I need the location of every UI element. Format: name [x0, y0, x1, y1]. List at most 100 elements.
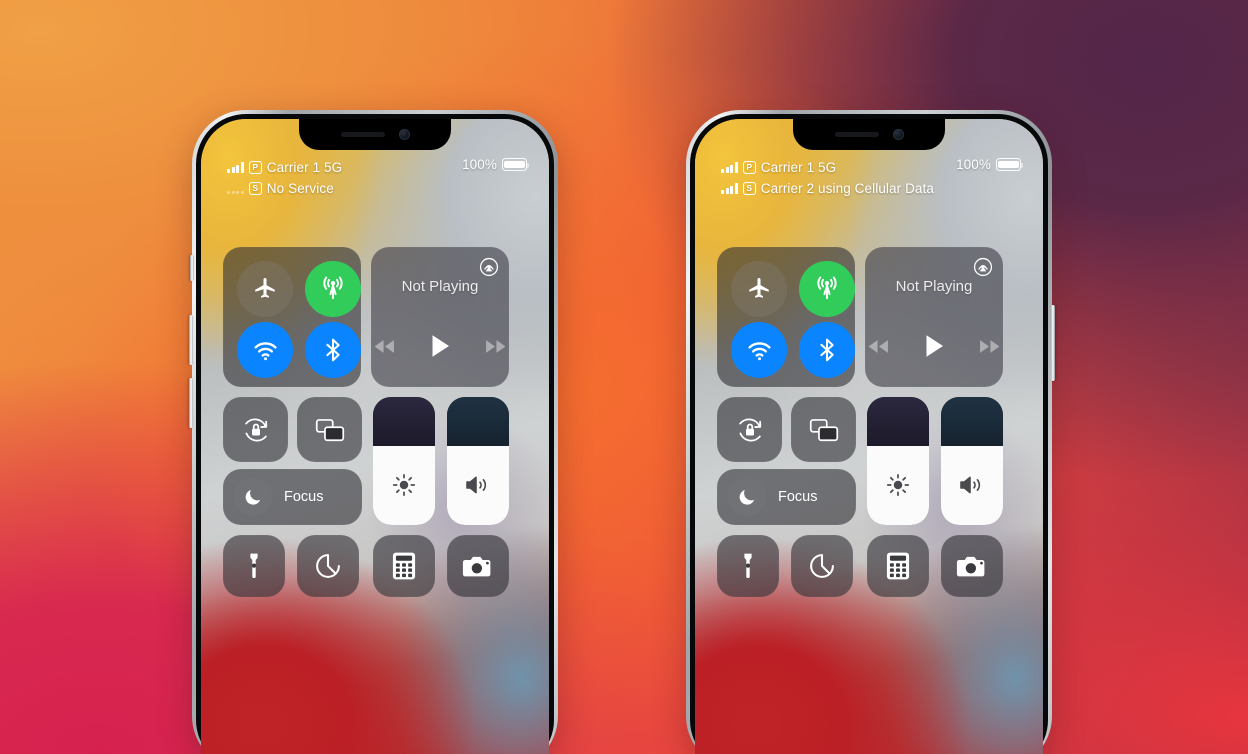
screen-mirroring-button[interactable]: [791, 397, 856, 462]
signal-strength-icon-no-service: [227, 183, 244, 194]
media-title: Not Playing: [401, 278, 479, 295]
connectivity-module: [223, 247, 361, 387]
background-warm-glow: [0, 0, 1248, 754]
sim-primary-group: P Carrier 1 5G: [227, 160, 342, 175]
sim-primary-group: P Carrier 1 5G: [721, 160, 836, 175]
brightness-icon: [886, 474, 910, 497]
calculator-button[interactable]: [373, 535, 435, 597]
wifi-toggle[interactable]: [237, 322, 293, 378]
cellular-data-toggle[interactable]: [305, 261, 361, 317]
airplane-mode-toggle[interactable]: [237, 261, 293, 317]
earpiece-speaker-icon: [834, 132, 879, 137]
rotation-lock-icon: [738, 418, 761, 441]
wifi-icon: [747, 341, 771, 360]
flashlight-button[interactable]: [223, 535, 285, 597]
fast-forward-icon: [486, 339, 506, 353]
moon-icon: [739, 490, 755, 505]
forward-button[interactable]: [484, 338, 507, 355]
airplay-glyph: [973, 257, 993, 277]
play-button[interactable]: [924, 334, 944, 358]
status-bar-left: P Carrier 1 5G 100% S No Service: [227, 157, 530, 199]
signal-strength-icon-secondary: [721, 183, 738, 194]
battery-icon: [502, 158, 530, 171]
rewind-button[interactable]: [867, 338, 890, 355]
screen-mirroring-icon: [809, 418, 838, 441]
front-camera-icon: [398, 129, 410, 140]
volume-slider[interactable]: [941, 397, 1003, 525]
timer-button[interactable]: [297, 535, 359, 597]
rewind-button[interactable]: [373, 338, 396, 355]
focus-module[interactable]: Focus: [717, 469, 856, 525]
play-button[interactable]: [430, 334, 450, 358]
volume-icon: [960, 476, 981, 494]
bluetooth-toggle[interactable]: [305, 322, 361, 378]
notch: [793, 119, 945, 150]
volume-up-button[interactable]: [189, 315, 193, 365]
volume-slider[interactable]: [447, 397, 509, 525]
battery-icon: [996, 158, 1024, 171]
play-icon: [432, 335, 449, 357]
airplane-icon: [255, 277, 275, 298]
phone-screen-left[interactable]: P Carrier 1 5G 100% S No Service Not Pla…: [201, 119, 549, 754]
status-bar-row-secondary: S No Service: [227, 178, 527, 199]
volume-track: [447, 397, 509, 446]
volume-fill: [941, 445, 1003, 525]
sim-secondary-group: S Carrier 2 using Cellular Data: [721, 181, 934, 196]
forward-button[interactable]: [978, 338, 1001, 355]
brightness-icon: [392, 474, 416, 497]
calculator-button[interactable]: [867, 535, 929, 597]
cellular-antenna-icon: [323, 276, 343, 300]
signal-strength-icon: [721, 162, 738, 173]
sim-badge-primary: P: [742, 161, 756, 174]
rewind-icon: [868, 339, 888, 353]
play-icon: [926, 335, 943, 357]
signal-strength-icon: [227, 162, 244, 173]
phone-left: P Carrier 1 5G 100% S No Service Not Pla…: [189, 110, 558, 754]
phone-screen-right[interactable]: P Carrier 1 5G 100% S Carrier 2 using Ce: [695, 119, 1043, 754]
timer-button[interactable]: [791, 535, 853, 597]
focus-label: Focus: [778, 489, 818, 505]
battery-percent-label: 100%: [956, 157, 991, 172]
wifi-icon: [253, 341, 277, 360]
wifi-toggle[interactable]: [731, 322, 787, 378]
battery-fill: [998, 160, 1019, 169]
brightness-fill: [373, 445, 435, 525]
status-bar-row-primary: P Carrier 1 5G 100%: [721, 157, 1024, 178]
flashlight-button[interactable]: [717, 535, 779, 597]
focus-circle: [728, 478, 766, 516]
rewind-icon: [374, 339, 394, 353]
status-bar-row-secondary: S Carrier 2 using Cellular Data: [721, 178, 1021, 199]
battery-group: 100%: [956, 157, 1024, 172]
airplane-mode-toggle[interactable]: [731, 261, 787, 317]
mute-switch-button[interactable]: [190, 255, 194, 281]
front-camera-icon: [892, 129, 904, 140]
focus-inner: Focus: [728, 469, 818, 525]
rotation-lock-toggle[interactable]: [717, 397, 782, 462]
earpiece-speaker-icon: [340, 132, 385, 137]
airplay-glyph: [479, 257, 499, 277]
focus-circle: [234, 478, 272, 516]
screen-mirroring-button[interactable]: [297, 397, 362, 462]
camera-button[interactable]: [447, 535, 509, 597]
status-bar-right: P Carrier 1 5G 100% S Carrier 2 using Ce: [721, 157, 1024, 199]
bluetooth-toggle[interactable]: [799, 322, 855, 378]
volume-icon: [466, 476, 487, 494]
timer-icon: [316, 554, 340, 578]
brightness-slider[interactable]: [867, 397, 929, 525]
power-button[interactable]: [1051, 305, 1055, 381]
media-playback-module: Not Playing: [371, 247, 509, 387]
battery-group: 100%: [462, 157, 530, 172]
camera-button[interactable]: [941, 535, 1003, 597]
rotation-lock-toggle[interactable]: [223, 397, 288, 462]
flashlight-icon: [744, 553, 752, 578]
bluetooth-icon: [326, 338, 340, 362]
focus-module[interactable]: Focus: [223, 469, 362, 525]
focus-label: Focus: [284, 489, 324, 505]
volume-down-button[interactable]: [189, 378, 193, 428]
sim-badge-primary: P: [248, 161, 262, 174]
focus-inner: Focus: [234, 469, 324, 525]
brightness-slider[interactable]: [373, 397, 435, 525]
flashlight-icon: [250, 553, 258, 578]
cellular-data-toggle[interactable]: [799, 261, 855, 317]
battery-percent-label: 100%: [462, 157, 497, 172]
